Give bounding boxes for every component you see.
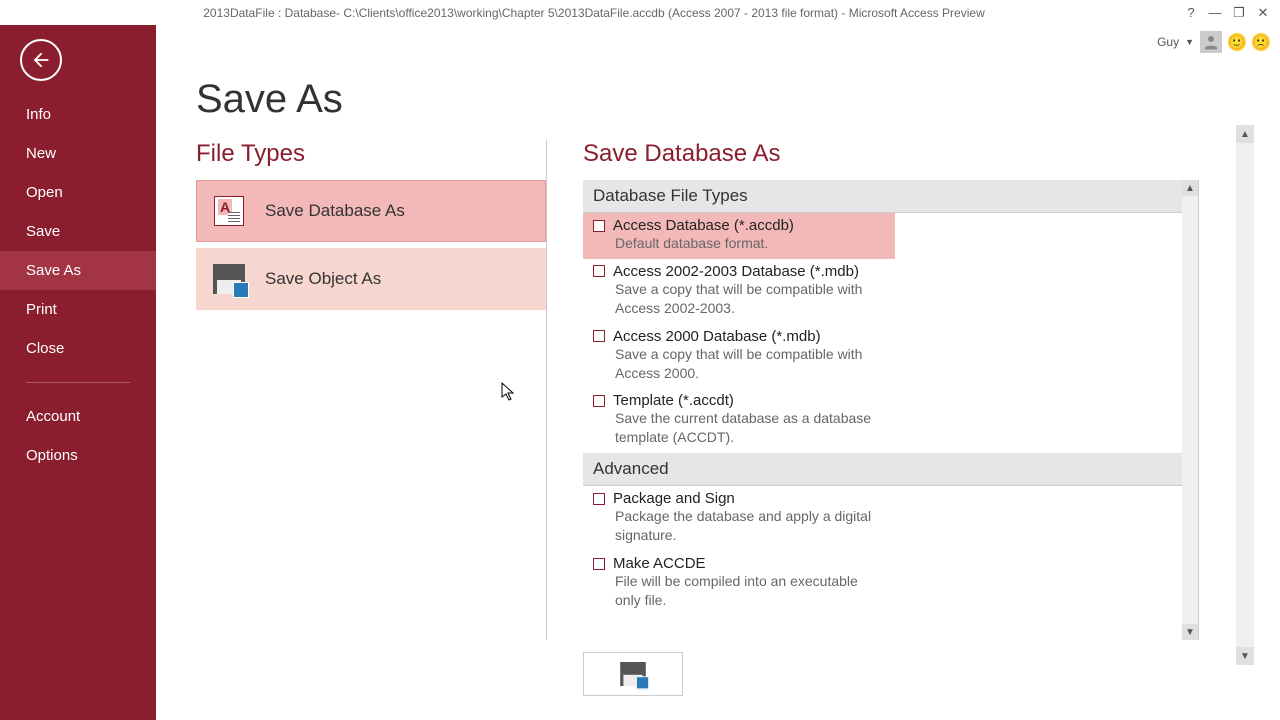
file-type-save-database-as[interactable]: Save Database As	[196, 180, 546, 242]
nav-divider	[26, 382, 130, 383]
nav-new[interactable]: New	[0, 134, 156, 173]
opt-access-database[interactable]: Access Database (*.accdb) Default databa…	[583, 213, 895, 259]
nav-save[interactable]: Save	[0, 212, 156, 251]
nav-print[interactable]: Print	[0, 290, 156, 329]
opt-package-and-sign[interactable]: Package and Sign Package the database an…	[583, 486, 1198, 551]
user-name[interactable]: Guy	[1157, 35, 1179, 49]
group-header-advanced: Advanced	[583, 453, 1198, 486]
column-divider	[546, 140, 547, 640]
mouse-cursor-icon	[501, 382, 517, 402]
db-file-icon	[593, 330, 605, 342]
opt-access-2000[interactable]: Access 2000 Database (*.mdb) Save a copy…	[583, 324, 1198, 389]
save-as-button[interactable]	[583, 652, 683, 696]
page-title: Save As	[196, 77, 1280, 122]
accde-icon	[593, 558, 605, 570]
chevron-down-icon[interactable]: ▼	[1185, 37, 1194, 47]
window-title: 2013DataFile : Database- C:\Clients\offi…	[4, 6, 1184, 20]
opt-make-accde[interactable]: Make ACCDE File will be compiled into an…	[583, 551, 1198, 616]
db-file-icon	[593, 395, 605, 407]
feedback-happy-icon[interactable]: 🙂	[1228, 33, 1246, 51]
disk-icon	[211, 261, 247, 297]
nav-options[interactable]: Options	[0, 436, 156, 475]
feedback-sad-icon[interactable]: 🙁	[1252, 33, 1270, 51]
options-panel: Database File Types Access Database (*.a…	[583, 180, 1199, 640]
file-types-heading: File Types	[196, 140, 546, 168]
nav-info[interactable]: Info	[0, 95, 156, 134]
back-button[interactable]	[20, 39, 62, 81]
scroll-up-icon[interactable]: ▲	[1236, 125, 1254, 143]
file-type-save-object-as[interactable]: Save Object As	[196, 248, 546, 310]
backstage-sidebar: Info New Open Save Save As Print Close A…	[0, 25, 156, 720]
nav-close[interactable]: Close	[0, 329, 156, 368]
db-file-icon	[593, 220, 605, 232]
scroll-up-icon[interactable]: ▲	[1182, 180, 1198, 196]
opt-access-2002-2003[interactable]: Access 2002-2003 Database (*.mdb) Save a…	[583, 259, 1198, 324]
right-heading: Save Database As	[583, 140, 1234, 168]
help-icon[interactable]: ?	[1184, 6, 1198, 20]
avatar[interactable]	[1200, 31, 1222, 53]
nav-save-as[interactable]: Save As	[0, 251, 156, 290]
scroll-down-icon[interactable]: ▼	[1182, 624, 1198, 640]
restore-icon[interactable]: ❐	[1232, 6, 1246, 20]
package-icon	[593, 493, 605, 505]
access-db-icon	[211, 193, 247, 229]
minimize-icon[interactable]: —	[1208, 6, 1222, 20]
inner-scrollbar[interactable]: ▲ ▼	[1182, 180, 1198, 640]
file-type-label: Save Object As	[265, 269, 381, 289]
save-database-as-column: Save Database As Database File Types Acc…	[583, 140, 1280, 720]
outer-scrollbar[interactable]: ▲ ▼	[1236, 125, 1254, 665]
file-types-column: File Types Save Database As Save Object …	[196, 140, 546, 720]
opt-template[interactable]: Template (*.accdt) Save the current data…	[583, 388, 1198, 453]
user-bar: Guy ▼ 🙂 🙁	[156, 25, 1280, 59]
group-header-database-file-types: Database File Types	[583, 180, 1198, 213]
file-type-label: Save Database As	[265, 201, 405, 221]
db-file-icon	[593, 265, 605, 277]
titlebar: 2013DataFile : Database- C:\Clients\offi…	[0, 0, 1280, 25]
scroll-down-icon[interactable]: ▼	[1236, 647, 1254, 665]
nav-open[interactable]: Open	[0, 173, 156, 212]
nav-account[interactable]: Account	[0, 397, 156, 436]
person-icon	[1202, 33, 1220, 51]
close-icon[interactable]: ✕	[1256, 6, 1270, 20]
disk-icon	[620, 662, 646, 686]
arrow-left-icon	[30, 49, 52, 71]
